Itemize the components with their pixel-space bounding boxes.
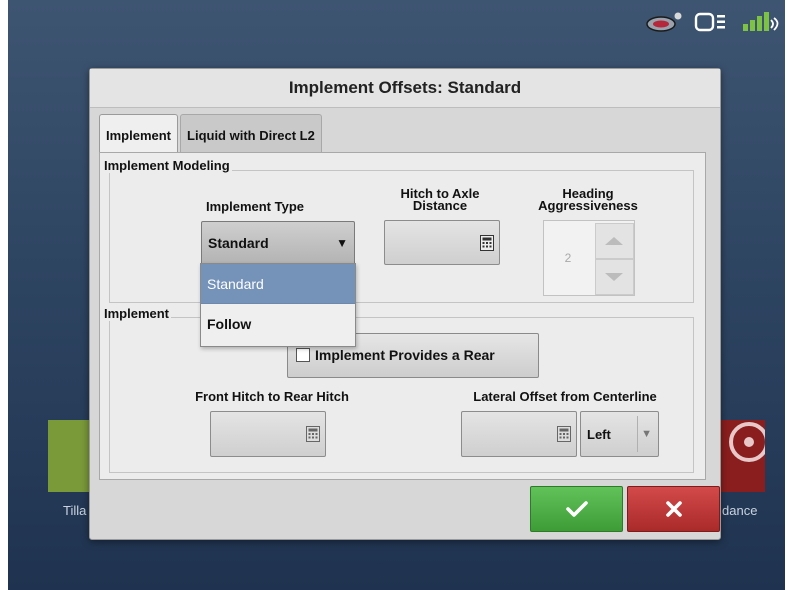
heading-aggressiveness-stepper: 2 (543, 220, 635, 296)
implement-offsets-title: Implement (102, 306, 172, 321)
calculator-icon (480, 234, 494, 251)
arrow-up-icon (605, 237, 623, 245)
tab-bar: Implement Liquid with Direct L2 (99, 114, 322, 153)
dropdown-option-follow[interactable]: Follow (201, 304, 355, 344)
increment-button[interactable] (595, 223, 634, 259)
front-hitch-label: Front Hitch to Rear Hitch (195, 389, 349, 404)
hitch-axle-distance-field[interactable] (384, 220, 500, 265)
ok-button[interactable] (530, 486, 623, 532)
guidance-tile-label: dance (722, 503, 758, 518)
front-to-rear-hitch-field[interactable] (210, 411, 326, 457)
dropdown-arrow-icon: ▼ (641, 428, 652, 440)
implement-type-value: Standard (208, 235, 269, 251)
steering-wheel-icon (729, 422, 769, 462)
status-bar (643, 8, 781, 36)
hitch-axle-label-line2: Distance (412, 198, 468, 213)
implement-type-select[interactable]: Standard ▼ (201, 221, 355, 265)
checkmark-icon (565, 501, 588, 517)
calculator-icon (557, 426, 571, 442)
checkbox[interactable] (296, 348, 310, 362)
implement-type-dropdown: Standard Follow (200, 263, 356, 347)
heading-aggressiveness-label-line2: Aggressiveness (538, 198, 638, 213)
dialog-title: Implement Offsets: Standard (90, 69, 720, 108)
dropdown-option-standard[interactable]: Standard (201, 264, 355, 304)
gps-antenna-icon[interactable] (643, 8, 685, 36)
calculator-icon (306, 426, 320, 442)
heading-aggressiveness-value: 2 (564, 251, 572, 265)
guidance-app-tile[interactable] (721, 420, 769, 492)
arrow-down-icon (605, 273, 623, 281)
implement-modeling-title: Implement Modeling (102, 158, 232, 173)
cancel-button[interactable] (627, 486, 720, 532)
close-icon (665, 501, 682, 517)
dropdown-arrow-icon: ▼ (336, 236, 348, 250)
wireless-signal-icon[interactable] (739, 8, 781, 36)
lateral-offset-field[interactable] (461, 411, 577, 457)
tab-panel: Implement Modeling Implement Type Standa… (99, 152, 706, 480)
implement-offsets-dialog: Implement Offsets: Standard Implement Li… (89, 68, 721, 540)
tab-implement[interactable]: Implement (99, 114, 179, 153)
divider (637, 416, 638, 452)
display-modules-icon[interactable] (691, 8, 733, 36)
display-screen: Tilla dance Implement Offsets: Standard … (8, 0, 785, 590)
lateral-offset-label: Lateral Offset from Centerline (473, 389, 657, 404)
implement-type-label: Implement Type (205, 199, 304, 214)
tab-liquid-direct-l2[interactable]: Liquid with Direct L2 (180, 114, 322, 152)
lateral-side-select[interactable]: Left ▼ (580, 411, 659, 457)
decrement-button[interactable] (595, 259, 634, 295)
tillage-app-tile[interactable] (48, 420, 92, 492)
lateral-side-value: Left (587, 427, 611, 442)
tillage-tile-label: Tilla (63, 503, 87, 518)
